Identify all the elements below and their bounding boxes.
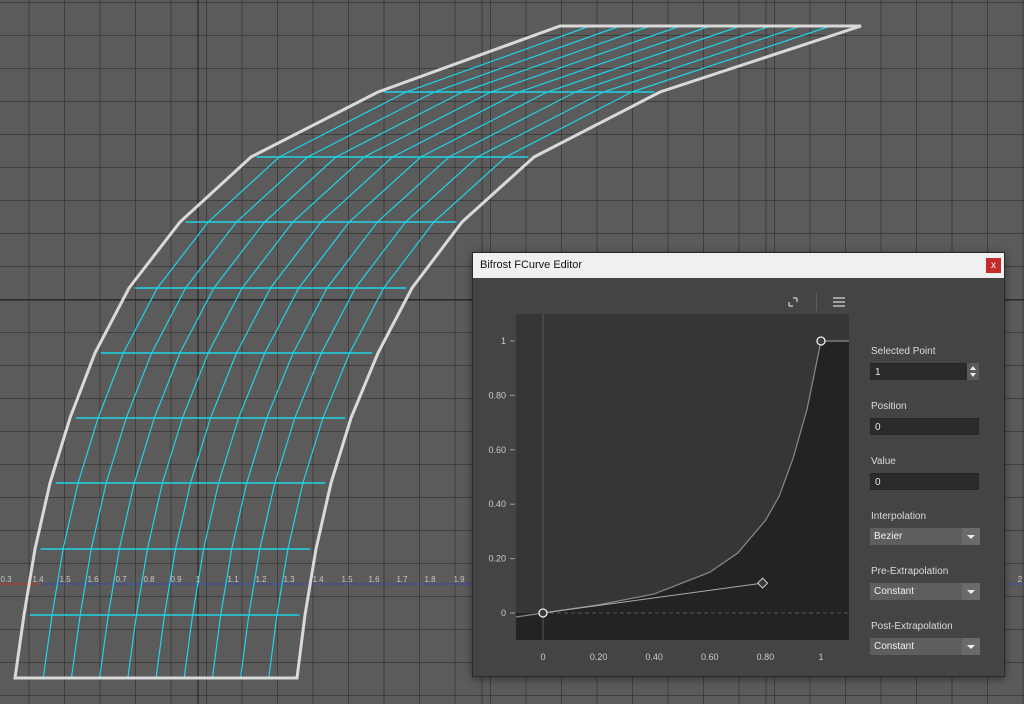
x-tick-label: 0.80 <box>757 652 775 662</box>
selected-point-label: Selected Point <box>871 346 936 357</box>
fcurve-graph[interactable]: 1 0.80 0.60 0.40 0.20 0 0 0.20 0.40 0.60 0.80 1 <box>473 278 858 676</box>
post-extrapolation-selected: Constant <box>874 641 915 652</box>
ruler-label: 0.7 <box>115 575 127 584</box>
value-label: Value <box>871 456 896 467</box>
y-tick-label: 0.20 <box>488 554 506 564</box>
ruler-label: 1.2 <box>255 575 267 584</box>
interpolation-dropdown[interactable]: Bezier <box>870 528 980 545</box>
selected-point-spinner[interactable] <box>966 363 979 380</box>
y-tick-label: 0.60 <box>488 445 506 455</box>
window-titlebar[interactable]: Bifrost FCurve Editor x <box>473 253 1004 278</box>
x-tick-label: 1 <box>818 652 823 662</box>
fcurve-editor-window: Bifrost FCurve Editor x 1 0.80 0.60 0.40 0.2… <box>472 252 1005 677</box>
y-tick-label: 0.80 <box>488 390 506 400</box>
pre-extrapolation-selected: Constant <box>874 586 915 597</box>
ruler-label: 1.5 <box>341 575 353 584</box>
x-tick-label: 0.60 <box>701 652 719 662</box>
ruler-label: 0.9 <box>170 575 182 584</box>
ruler-label: 1.6 <box>87 575 99 584</box>
interpolation-selected: Bezier <box>874 531 903 542</box>
keyframe-point[interactable] <box>538 608 548 618</box>
window-title: Bifrost FCurve Editor <box>480 259 583 271</box>
selected-point-input[interactable]: 1 <box>870 363 966 380</box>
position-label: Position <box>871 401 907 412</box>
pre-extrapolation-label: Pre-Extrapolation <box>871 566 949 577</box>
post-extrapolation-dropdown[interactable]: Constant <box>870 638 980 655</box>
ruler-label: 0.3 <box>0 575 12 584</box>
chevron-down-icon <box>962 528 980 545</box>
ruler-label: 1.4 <box>32 575 44 584</box>
post-extrapolation-label: Post-Extrapolation <box>871 621 953 632</box>
x-tick-label: 0.40 <box>645 652 663 662</box>
ruler-label: 2 <box>1017 575 1023 584</box>
ruler-label: 0.8 <box>143 575 155 584</box>
interpolation-label: Interpolation <box>871 511 927 522</box>
ruler-label: 1.8 <box>424 575 436 584</box>
ruler-label: 1.6 <box>368 575 380 584</box>
ruler-label: 1 <box>195 575 201 584</box>
position-input[interactable]: 0 <box>870 418 979 435</box>
ruler-label: 1.9 <box>453 575 465 584</box>
y-tick-label: 0 <box>501 608 506 618</box>
y-tick-label: 1 <box>501 336 506 346</box>
spinner-arrows-icon <box>970 366 976 377</box>
x-tick-label: 0.20 <box>590 652 608 662</box>
chevron-down-icon <box>962 583 980 600</box>
ruler-label: 1.1 <box>227 575 239 584</box>
value-input[interactable]: 0 <box>870 473 979 490</box>
ruler-label: 1.7 <box>396 575 408 584</box>
keyframe-point[interactable] <box>816 336 826 346</box>
x-tick-label: 0 <box>540 652 545 662</box>
y-tick-label: 0.40 <box>488 499 506 509</box>
ruler-label: 1.4 <box>312 575 324 584</box>
ruler-label: 1.5 <box>59 575 71 584</box>
ruler-label: 1.3 <box>283 575 295 584</box>
chevron-down-icon <box>962 638 980 655</box>
pre-extrapolation-dropdown[interactable]: Constant <box>870 583 980 600</box>
close-button[interactable]: x <box>986 258 1001 273</box>
